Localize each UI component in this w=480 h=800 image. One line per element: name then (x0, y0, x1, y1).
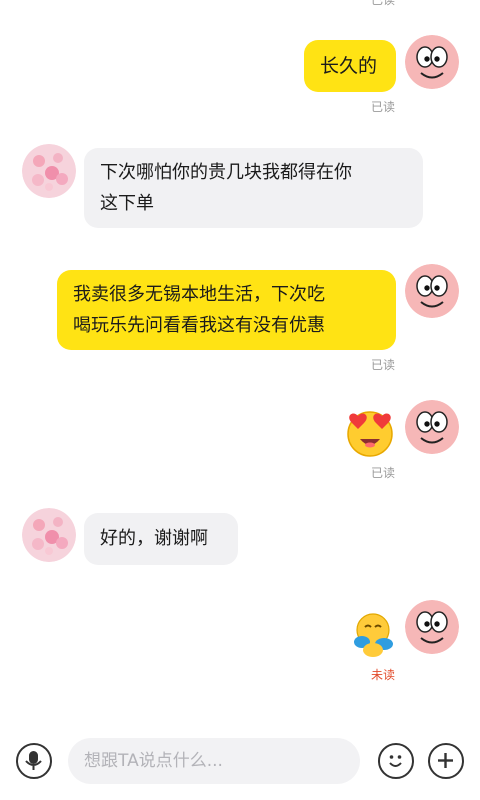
read-status: 已读 (371, 100, 396, 114)
my-avatar-patrick[interactable] (405, 600, 459, 654)
hug-emoji-icon[interactable] (349, 610, 397, 660)
message-line: 下次哪怕你的贵几块我都得在你 (100, 162, 352, 183)
patrick-avatar-icon (405, 600, 459, 654)
emoji-button[interactable] (378, 743, 414, 779)
plus-button[interactable] (428, 743, 464, 779)
read-status: 已读 (371, 358, 396, 372)
contact-avatar-sakura[interactable] (22, 144, 76, 198)
patrick-avatar-icon (405, 35, 459, 89)
my-message-bubble[interactable]: 长久的 (304, 40, 396, 92)
sakura-avatar-icon (22, 144, 76, 198)
contact-message-bubble[interactable]: 好的，谢谢啊 (84, 513, 238, 565)
message-input-bar: 想跟TA说点什么... (0, 728, 480, 800)
mic-button[interactable] (16, 743, 52, 779)
contact-message-bubble[interactable]: 下次哪怕你的贵几块我都得在你 这下单 (84, 148, 423, 228)
patrick-avatar-icon (405, 264, 459, 318)
my-avatar-patrick[interactable] (405, 400, 459, 454)
heart-eyes-emoji-icon[interactable] (344, 406, 398, 458)
message-input[interactable]: 想跟TA说点什么... (68, 738, 360, 784)
my-avatar-patrick[interactable] (405, 35, 459, 89)
read-status: 已读 (371, 466, 396, 480)
patrick-avatar-icon (405, 400, 459, 454)
unread-status: 未读 (371, 668, 396, 682)
mic-icon (25, 751, 42, 770)
message-line: 我卖很多无锡本地生活，下次吃 (73, 284, 325, 305)
read-status-top: 已读 (371, 0, 396, 7)
message-line: 喝玩乐先问看看我这有没有优惠 (73, 315, 325, 336)
sakura-avatar-icon (22, 508, 76, 562)
plus-icon (438, 753, 453, 768)
emoji-icon (389, 755, 402, 767)
my-avatar-patrick[interactable] (405, 264, 459, 318)
contact-avatar-sakura[interactable] (22, 508, 76, 562)
message-line: 这下单 (100, 193, 154, 214)
my-message-bubble[interactable]: 我卖很多无锡本地生活，下次吃 喝玩乐先问看看我这有没有优惠 (57, 270, 396, 350)
